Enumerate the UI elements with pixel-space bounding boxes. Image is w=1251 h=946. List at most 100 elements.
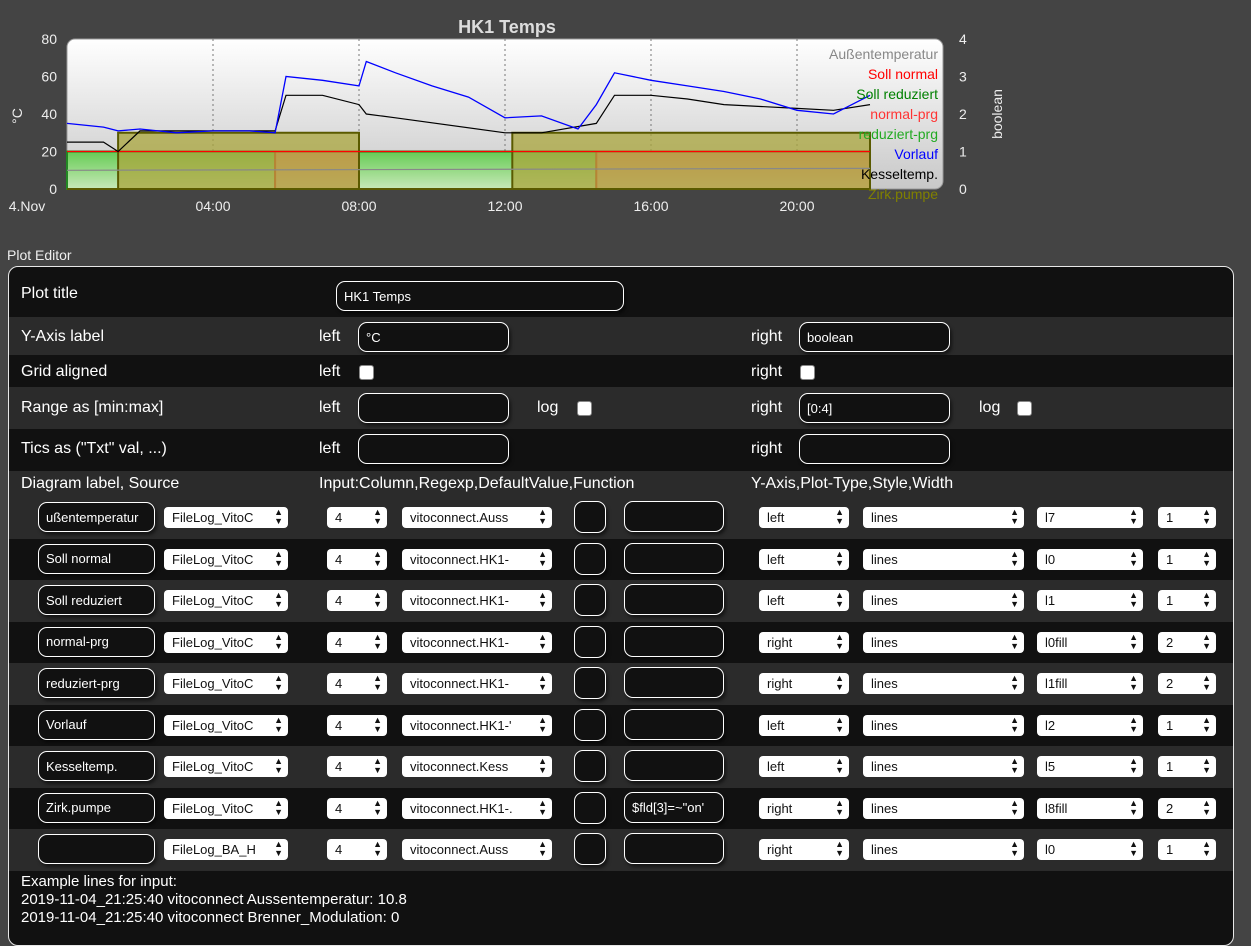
series-axis-select[interactable]: right ▲ ▼ [759, 673, 849, 694]
series-axis-select[interactable]: right ▲ ▼ [759, 839, 849, 860]
yaxis-right-input[interactable] [799, 322, 950, 352]
series-function-input[interactable] [624, 501, 724, 532]
series-label-input[interactable] [38, 792, 155, 823]
series-width-select[interactable]: 1 ▲ ▼ [1158, 714, 1216, 736]
series-style-select[interactable]: l5 ▲ ▼ [1037, 756, 1143, 777]
series-style-select[interactable]: l1 ▲ ▼ [1037, 590, 1143, 611]
series-width-select[interactable]: 2 ▲ ▼ [1158, 631, 1216, 653]
range-left-input[interactable] [358, 393, 509, 423]
series-default-input[interactable] [574, 708, 606, 741]
series-width-select[interactable]: 1 ▲ ▼ [1158, 507, 1216, 528]
series-label-input[interactable] [38, 834, 155, 864]
series-column-select[interactable]: 4 ▲ ▼ [327, 507, 387, 528]
series-style-select[interactable]: l0 ▲ ▼ [1037, 548, 1143, 570]
series-label-input[interactable] [38, 502, 155, 532]
series-regexp-select[interactable]: vitoconnect.HK1- ▲ ▼ [402, 548, 552, 570]
series-default-input[interactable] [574, 791, 606, 824]
series-default-input[interactable] [574, 625, 606, 658]
series-regexp-select[interactable]: vitoconnect.HK1- ▲ ▼ [402, 631, 552, 653]
series-label-input[interactable] [38, 668, 155, 698]
series-plottype-select[interactable]: lines ▲ ▼ [863, 548, 1024, 570]
series-function-input[interactable] [624, 667, 724, 698]
series-label-input[interactable] [38, 751, 155, 781]
series-axis-select[interactable]: left ▲ ▼ [759, 756, 849, 777]
series-regexp-select[interactable]: vitoconnect.HK1- ▲ ▼ [402, 673, 552, 694]
series-style-select[interactable]: l7 ▲ ▼ [1037, 507, 1143, 528]
grid-left-checkbox[interactable] [359, 365, 374, 380]
series-default-input[interactable] [574, 501, 606, 533]
series-axis-select[interactable]: left ▲ ▼ [759, 548, 849, 570]
series-width-select[interactable]: 1 ▲ ▼ [1158, 590, 1216, 611]
series-source-select[interactable]: FileLog_VitoC ▲ ▼ [164, 548, 288, 570]
series-regexp-select[interactable]: vitoconnect.Auss ▲ ▼ [402, 839, 552, 860]
series-column-select[interactable]: 4 ▲ ▼ [327, 590, 387, 611]
series-plottype-select[interactable]: lines ▲ ▼ [863, 756, 1024, 777]
series-plottype-select[interactable]: lines ▲ ▼ [863, 631, 1024, 653]
series-default-input[interactable] [574, 584, 606, 616]
series-label-input[interactable] [38, 626, 155, 657]
series-function-input[interactable] [624, 708, 724, 740]
range-right-input[interactable] [799, 393, 950, 423]
series-style-select[interactable]: l1fill ▲ ▼ [1037, 673, 1143, 694]
series-source-select[interactable]: FileLog_VitoC ▲ ▼ [164, 797, 288, 819]
series-default-input[interactable] [574, 833, 606, 865]
series-regexp-select[interactable]: vitoconnect.HK1-' ▲ ▼ [402, 714, 552, 736]
series-column-select[interactable]: 4 ▲ ▼ [327, 548, 387, 570]
series-function-input[interactable] [624, 750, 724, 781]
series-label-input[interactable] [38, 585, 155, 615]
series-source-select[interactable]: FileLog_VitoC ▲ ▼ [164, 631, 288, 653]
series-width-select[interactable]: 1 ▲ ▼ [1158, 839, 1216, 860]
yaxis-left-input[interactable] [358, 322, 509, 352]
series-label-input[interactable] [38, 543, 155, 574]
series-function-input[interactable] [624, 833, 724, 864]
series-column-select[interactable]: 4 ▲ ▼ [327, 839, 387, 860]
plot-title-input[interactable] [336, 281, 624, 311]
series-width-select[interactable]: 2 ▲ ▼ [1158, 673, 1216, 694]
series-plottype-select[interactable]: lines ▲ ▼ [863, 673, 1024, 694]
range-right-log-checkbox[interactable] [1017, 401, 1032, 416]
grid-right-checkbox[interactable] [800, 365, 815, 380]
series-plottype-select[interactable]: lines ▲ ▼ [863, 797, 1024, 819]
series-source-select[interactable]: FileLog_BA_H ▲ ▼ [164, 839, 288, 860]
series-regexp-select[interactable]: vitoconnect.Auss ▲ ▼ [402, 507, 552, 528]
series-function-input[interactable] [624, 625, 724, 657]
series-style-select[interactable]: l8fill ▲ ▼ [1037, 797, 1143, 819]
series-source-select[interactable]: FileLog_VitoC ▲ ▼ [164, 507, 288, 528]
range-left-log-checkbox[interactable] [577, 401, 592, 416]
series-default-input[interactable] [574, 667, 606, 699]
series-axis-select[interactable]: right ▲ ▼ [759, 797, 849, 819]
series-source-select[interactable]: FileLog_VitoC ▲ ▼ [164, 673, 288, 694]
series-source-select[interactable]: FileLog_VitoC ▲ ▼ [164, 714, 288, 736]
series-width-select[interactable]: 1 ▲ ▼ [1158, 548, 1216, 570]
series-plottype-select[interactable]: lines ▲ ▼ [863, 590, 1024, 611]
tics-left-input[interactable] [358, 434, 509, 464]
series-column-select[interactable]: 4 ▲ ▼ [327, 756, 387, 777]
series-axis-select[interactable]: left ▲ ▼ [759, 714, 849, 736]
series-axis-select[interactable]: left ▲ ▼ [759, 590, 849, 611]
series-function-input[interactable] [624, 584, 724, 615]
series-axis-select[interactable]: right ▲ ▼ [759, 631, 849, 653]
series-regexp-select[interactable]: vitoconnect.Kess ▲ ▼ [402, 756, 552, 777]
series-default-input[interactable] [574, 750, 606, 782]
series-column-select[interactable]: 4 ▲ ▼ [327, 631, 387, 653]
series-source-select[interactable]: FileLog_VitoC ▲ ▼ [164, 756, 288, 777]
series-column-select[interactable]: 4 ▲ ▼ [327, 797, 387, 819]
series-regexp-select[interactable]: vitoconnect.HK1-. ▲ ▼ [402, 797, 552, 819]
series-source-select[interactable]: FileLog_VitoC ▲ ▼ [164, 590, 288, 611]
tics-right-input[interactable] [799, 434, 950, 464]
series-default-input[interactable] [574, 542, 606, 575]
series-style-select[interactable]: l0 ▲ ▼ [1037, 839, 1143, 860]
series-regexp-select[interactable]: vitoconnect.HK1- ▲ ▼ [402, 590, 552, 611]
series-function-input[interactable] [624, 542, 724, 574]
series-style-select[interactable]: l2 ▲ ▼ [1037, 714, 1143, 736]
series-style-select[interactable]: l0fill ▲ ▼ [1037, 631, 1143, 653]
series-column-select[interactable]: 4 ▲ ▼ [327, 673, 387, 694]
series-function-input[interactable] [624, 791, 724, 823]
series-axis-select[interactable]: left ▲ ▼ [759, 507, 849, 528]
series-column-select[interactable]: 4 ▲ ▼ [327, 714, 387, 736]
series-plottype-select[interactable]: lines ▲ ▼ [863, 714, 1024, 736]
series-plottype-select[interactable]: lines ▲ ▼ [863, 839, 1024, 860]
series-width-select[interactable]: 2 ▲ ▼ [1158, 797, 1216, 819]
series-label-input[interactable] [38, 709, 155, 740]
series-width-select[interactable]: 1 ▲ ▼ [1158, 756, 1216, 777]
